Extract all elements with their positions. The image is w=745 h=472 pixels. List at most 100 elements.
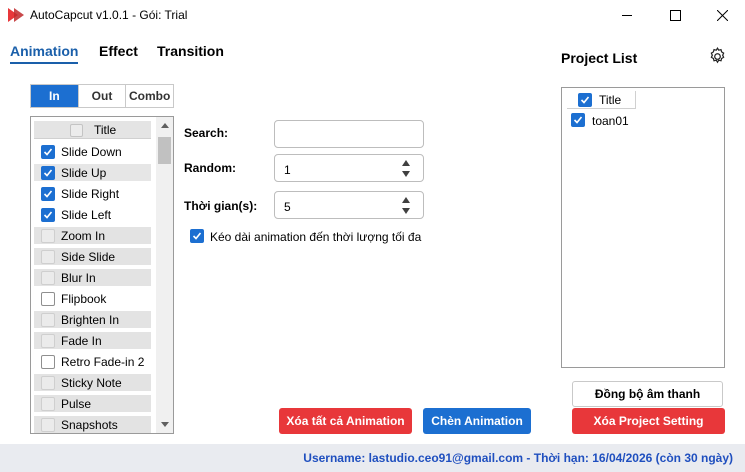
list-item-label: Fade In [61, 334, 102, 348]
tab-effect[interactable]: Effect [99, 43, 138, 59]
check-icon [43, 190, 53, 198]
list-item-checkbox[interactable] [41, 418, 55, 432]
project-list-title: Project List [561, 50, 638, 66]
list-item[interactable]: Retro Fade-in 2 [34, 351, 154, 372]
project-list: Title toan01 [561, 87, 725, 368]
title-bar: AutoCapcut v1.0.1 - Gói: Trial [0, 0, 745, 30]
list-item[interactable]: Slide Up [34, 162, 154, 183]
maximize-icon [669, 9, 681, 21]
list-item-label: Slide Up [61, 166, 107, 180]
sync-audio-button[interactable]: Đồng bộ âm thanh [572, 381, 723, 407]
project-row[interactable]: toan01 [567, 112, 717, 130]
list-item-label: Retro Fade-in 2 [61, 355, 145, 369]
close-icon [716, 9, 728, 21]
list-item-label: Zoom In [61, 229, 106, 243]
extend-duration-label: Kéo dài animation đến thời lượng tối đa [210, 230, 422, 244]
list-item[interactable]: Slide Right [34, 183, 154, 204]
random-label: Random: [184, 161, 236, 175]
list-item-label: Slide Right [61, 187, 120, 201]
duration-label: Thời gian(s): [184, 199, 258, 213]
account-status: Username: lastudio.ceo91@gmail.com - Thờ… [303, 451, 733, 465]
gear-icon[interactable] [707, 46, 728, 67]
animation-rows: Slide Down Slide Up Slide Right Slide Left Z… [34, 141, 154, 433]
status-bar: Username: lastudio.ceo91@gmail.com - Thờ… [0, 444, 745, 472]
list-item-checkbox[interactable] [41, 145, 55, 159]
tab-transition[interactable]: Transition [157, 43, 224, 59]
app-logo-icon [8, 8, 24, 22]
check-icon [43, 169, 53, 177]
random-spinner [401, 158, 411, 178]
list-item-checkbox[interactable] [41, 166, 55, 180]
check-icon [580, 96, 590, 104]
list-item-label: Slide Left [61, 208, 112, 222]
subtab-out[interactable]: Out [78, 85, 127, 107]
list-item[interactable]: Side Slide [34, 246, 154, 267]
scrollbar-thumb[interactable] [158, 137, 171, 164]
random-input[interactable]: 1 [274, 154, 424, 182]
duration-value: 5 [284, 200, 291, 214]
column-header-title: Title [94, 123, 117, 137]
list-item-label: Flipbook [61, 292, 107, 306]
select-all-checkbox[interactable] [70, 124, 83, 137]
list-item-label: Snapshots [61, 418, 118, 432]
random-value: 1 [284, 163, 291, 177]
scroll-up-button[interactable] [156, 117, 173, 134]
list-item-checkbox[interactable] [41, 376, 55, 390]
animation-list-scrollbar[interactable] [156, 117, 173, 433]
list-item-checkbox[interactable] [41, 250, 55, 264]
clear-all-animation-button[interactable]: Xóa tất cả Animation [279, 408, 412, 434]
random-decrement-button[interactable] [401, 169, 411, 179]
list-item-label: Brighten In [61, 313, 120, 327]
check-icon [573, 116, 583, 124]
triangle-down-icon [402, 171, 410, 177]
list-item[interactable]: Blur In [34, 267, 154, 288]
list-item-checkbox[interactable] [41, 334, 55, 348]
project-checkbox[interactable] [571, 113, 585, 127]
list-item-checkbox[interactable] [41, 397, 55, 411]
list-item-checkbox[interactable] [41, 187, 55, 201]
list-item-label: Slide Down [61, 145, 122, 159]
list-item-checkbox[interactable] [41, 292, 55, 306]
list-item[interactable]: Flipbook [34, 288, 154, 309]
list-item[interactable]: Fade In [34, 330, 154, 351]
subtab-combo[interactable]: Combo [126, 85, 174, 107]
minimize-icon [621, 14, 632, 16]
duration-spinner [401, 195, 411, 215]
list-item[interactable]: Snapshots [34, 414, 154, 433]
scroll-down-button[interactable] [156, 416, 173, 433]
close-button[interactable] [699, 0, 745, 30]
list-item-checkbox[interactable] [41, 208, 55, 222]
project-column-header: Title [599, 93, 622, 107]
tab-animation[interactable]: Animation [10, 43, 79, 64]
triangle-up-icon [402, 197, 410, 203]
maximize-button[interactable] [652, 0, 698, 30]
list-item[interactable]: Zoom In [34, 225, 154, 246]
duration-decrement-button[interactable] [401, 206, 411, 216]
subtab-in[interactable]: In [31, 85, 79, 107]
animation-list-header: Title [34, 121, 151, 139]
list-item[interactable]: Brighten In [34, 309, 154, 330]
list-item[interactable]: Slide Left [34, 204, 154, 225]
list-item-checkbox[interactable] [41, 355, 55, 369]
extend-duration-checkbox[interactable] [190, 229, 204, 243]
minimize-button[interactable] [604, 0, 650, 30]
random-increment-button[interactable] [401, 158, 411, 168]
list-item[interactable]: Slide Down [34, 141, 154, 162]
list-item[interactable]: Sticky Note [34, 372, 154, 393]
delete-project-setting-button[interactable]: Xóa Project Setting [572, 408, 725, 434]
list-item-checkbox[interactable] [41, 271, 55, 285]
list-item-label: Pulse [61, 397, 92, 411]
duration-input[interactable]: 5 [274, 191, 424, 219]
project-select-all-checkbox[interactable] [578, 93, 592, 107]
check-icon [192, 232, 202, 240]
search-label: Search: [184, 126, 229, 140]
list-item-checkbox[interactable] [41, 313, 55, 327]
project-list-header: Title [567, 91, 636, 109]
search-input[interactable] [274, 120, 424, 148]
insert-animation-button[interactable]: Chèn Animation [423, 408, 531, 434]
animation-type-tabs: In Out Combo [30, 84, 174, 108]
scroll-down-icon [160, 422, 169, 427]
list-item[interactable]: Pulse [34, 393, 154, 414]
list-item-checkbox[interactable] [41, 229, 55, 243]
duration-increment-button[interactable] [401, 195, 411, 205]
